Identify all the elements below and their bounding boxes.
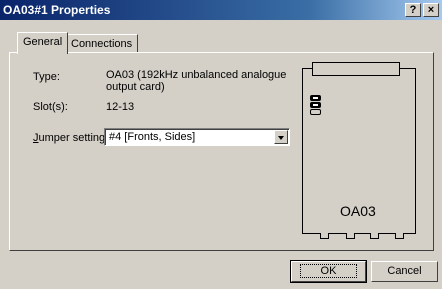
cancel-button-label: Cancel — [387, 265, 422, 277]
jumper-setting-label: Jumper setting: — [33, 132, 108, 144]
tab-connections[interactable]: Connections — [65, 34, 139, 54]
card-pin — [395, 233, 404, 239]
jumper-setting-select[interactable]: #4 [Fronts, Sides] — [104, 128, 290, 146]
ok-button[interactable]: OK — [290, 260, 367, 283]
type-value-line2: output card) — [106, 81, 165, 93]
card-connector-tab — [312, 62, 400, 76]
card-name-label: OA03 — [340, 203, 376, 219]
tab-connections-label: Connections — [71, 38, 133, 50]
card-pin — [320, 233, 329, 239]
slot-value: 12-13 — [106, 101, 135, 113]
type-value-line1: OA03 (192kHz unbalanced analogue — [106, 69, 287, 81]
card-pin — [346, 233, 355, 239]
ok-button-label: OK — [299, 264, 358, 278]
help-button[interactable]: ? — [405, 3, 421, 17]
close-button[interactable]: × — [423, 3, 439, 17]
window-title: OA03#1 Properties — [3, 3, 111, 17]
card-pin — [370, 233, 379, 239]
jumper-1 — [310, 95, 321, 101]
type-label: Type: — [33, 71, 60, 83]
title-bar[interactable]: OA03#1 Properties ? × — [0, 0, 442, 20]
tab-general-label: General — [23, 36, 63, 48]
tab-general[interactable]: General — [17, 32, 69, 54]
slot-label: Slot(s): — [33, 101, 68, 113]
card-diagram: OA03 — [300, 60, 424, 245]
jumper-setting-value: #4 [Fronts, Sides] — [109, 131, 196, 143]
jumper-label-rest: umper setting: — [38, 132, 109, 144]
jumper-2 — [310, 102, 321, 108]
jumper-3 — [310, 109, 321, 115]
cancel-button[interactable]: Cancel — [371, 261, 438, 282]
chevron-down-icon[interactable] — [274, 130, 288, 144]
